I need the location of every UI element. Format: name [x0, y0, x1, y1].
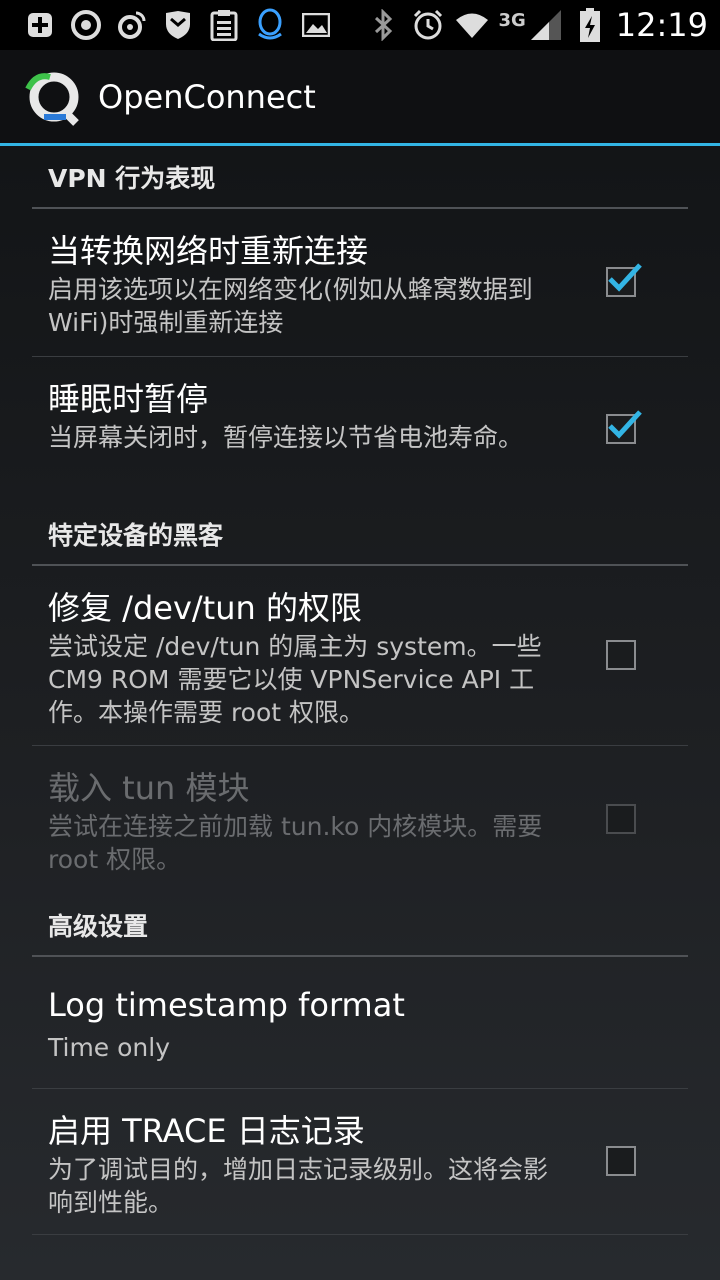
alarm-icon — [410, 7, 446, 43]
app-title: OpenConnect — [98, 77, 316, 116]
load-tun-checkbox — [606, 804, 636, 834]
pref-summary: 启用该选项以在网络变化(例如从蜂窝数据到 WiFi)时强制重新连接 — [48, 275, 533, 337]
pref-summary: Time only — [48, 1033, 171, 1062]
pref-fix-dev-tun-permissions[interactable]: 修复 /dev/tun 的权限 尝试设定 /dev/tun 的属主为 syste… — [32, 566, 688, 746]
pref-summary: 尝试设定 /dev/tun 的属主为 system。一些 CM9 ROM 需要它… — [48, 632, 542, 727]
category-vpn-behavior: VPN 行为表现 — [32, 146, 688, 209]
preferences-list: VPN 行为表现 当转换网络时重新连接 启用该选项以在网络变化(例如从蜂窝数据到… — [32, 146, 688, 1235]
qq-icon — [252, 7, 288, 43]
shield-icon — [160, 7, 196, 43]
pref-pause-on-sleep[interactable]: 睡眠时暂停 当屏幕关闭时，暂停连接以节省电池寿命。 — [32, 357, 688, 503]
wifi-icon — [454, 7, 490, 43]
category-header: VPN 行为表现 — [48, 163, 216, 193]
category-advanced-settings: 高级设置 — [32, 894, 688, 957]
pref-log-timestamp-format[interactable]: Log timestamp format Time only — [32, 957, 688, 1089]
pref-title: 睡眠时暂停 — [48, 380, 209, 418]
pref-title: Log timestamp format — [48, 986, 405, 1024]
trace-logging-checkbox[interactable] — [606, 1145, 636, 1176]
pref-load-tun-module: 载入 tun 模块 尝试在连接之前加载 tun.ko 内核模块。需要 root … — [32, 746, 688, 894]
fix-tun-checkbox[interactable] — [606, 639, 636, 670]
pref-title: 启用 TRACE 日志记录 — [48, 1112, 365, 1150]
pref-summary: 当屏幕关闭时，暂停连接以节省电池寿命。 — [48, 423, 524, 452]
category-header: 特定设备的黑客 — [48, 520, 224, 550]
pref-reconnect-on-network-change[interactable]: 当转换网络时重新连接 启用该选项以在网络变化(例如从蜂窝数据到 WiFi)时强制… — [32, 209, 688, 357]
pref-enable-trace-logging[interactable]: 启用 TRACE 日志记录 为了调试目的，增加日志记录级别。这将会影响到性能。 — [32, 1089, 688, 1235]
pause-on-sleep-checkbox[interactable] — [606, 410, 642, 444]
status-time: 12:19 — [615, 6, 708, 44]
image-icon — [298, 7, 334, 43]
battery-charging-icon — [572, 7, 608, 43]
weibo-icon — [114, 7, 150, 43]
action-bar: OpenConnect — [0, 50, 720, 146]
network-type-label: 3G — [498, 9, 526, 31]
reconnect-checkbox[interactable] — [606, 262, 642, 297]
add-icon — [22, 7, 58, 43]
pref-title: 当转换网络时重新连接 — [48, 232, 369, 270]
check-icon — [608, 262, 642, 292]
pref-summary: 为了调试目的，增加日志记录级别。这将会影响到性能。 — [48, 1155, 549, 1217]
recycle-icon — [68, 7, 104, 43]
pref-title: 载入 tun 模块 — [48, 769, 250, 807]
bluetooth-icon — [366, 7, 402, 43]
openconnect-logo-icon[interactable] — [22, 67, 82, 127]
clipboard-icon — [206, 7, 242, 43]
category-header: 高级设置 — [48, 911, 149, 941]
pref-title: 修复 /dev/tun 的权限 — [48, 589, 362, 627]
check-icon — [608, 410, 642, 439]
status-bar: 3G 12:19 — [0, 0, 720, 50]
signal-icon — [528, 7, 564, 43]
pref-summary: 尝试在连接之前加载 tun.ko 内核模块。需要 root 权限。 — [48, 812, 543, 874]
category-device-hacks: 特定设备的黑客 — [32, 503, 688, 566]
